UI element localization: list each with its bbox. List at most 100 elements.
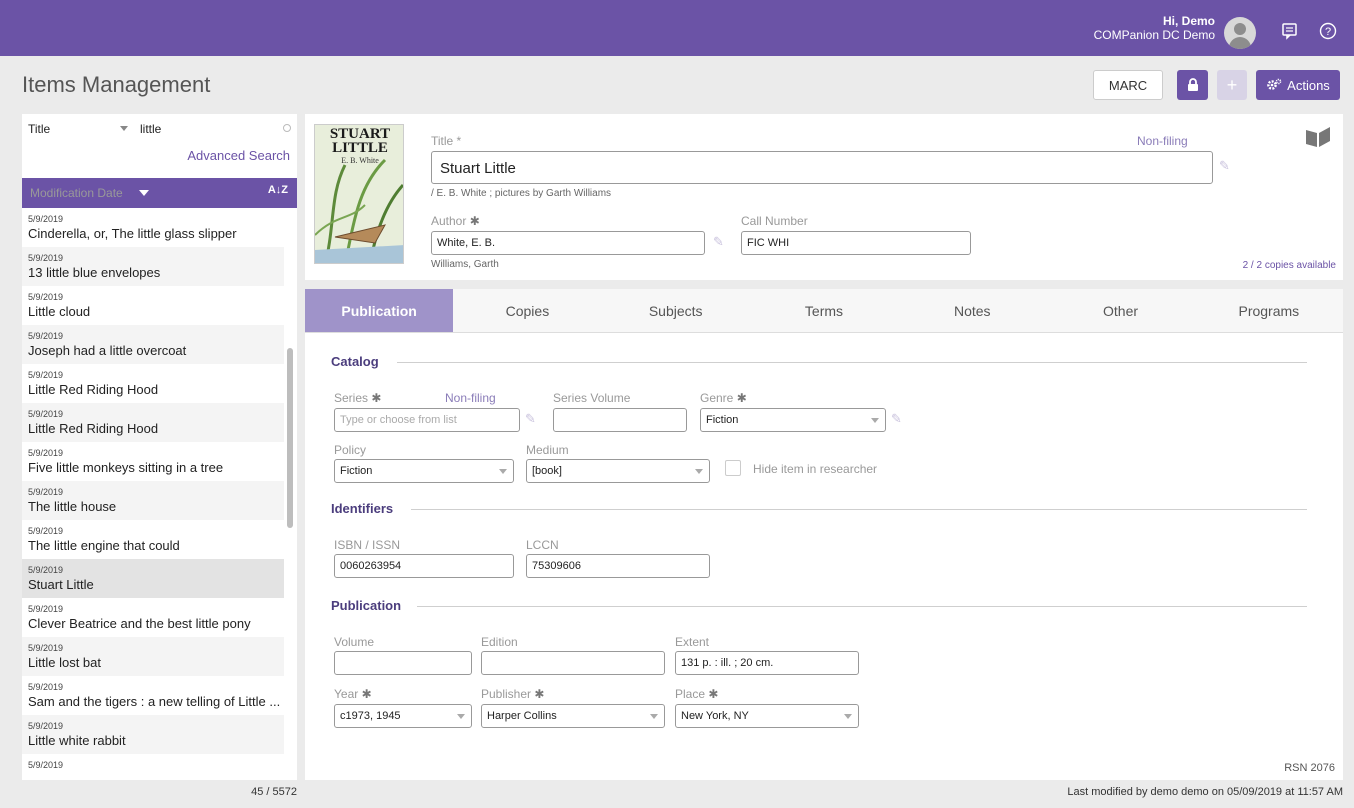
chevron-down-icon [650, 714, 658, 719]
list-item-date: 5/9/2019 [28, 214, 64, 224]
list-item-title: Little Red Riding Hood [28, 421, 159, 436]
identifiers-heading: Identifiers [331, 501, 394, 516]
list-item[interactable]: 5/9/2019 Little lost bat [22, 637, 284, 676]
series-volume-label: Series Volume [553, 391, 631, 405]
item-tabs: Publication Copies Subjects Terms Notes Other… [305, 289, 1343, 333]
list-item[interactable]: 5/9/2019 Clever Beatrice and the best lit… [22, 598, 284, 637]
list-item[interactable]: 5/9/2019 13 little blue envelopes [22, 247, 284, 286]
results-count: 45 / 5572 [251, 786, 297, 798]
cover-title: STUART LITTLE [329, 126, 391, 156]
sort-bar[interactable]: Modification Date A↓Z [22, 178, 297, 208]
edit-pencil-icon[interactable]: ✎ [525, 411, 536, 427]
tab-other[interactable]: Other [1046, 289, 1194, 332]
search-field-value: Title [28, 122, 51, 136]
list-item-date: 5/9/2019 [28, 604, 64, 614]
series-nonfiling-link[interactable]: Non-filing [445, 391, 496, 405]
isbn-input[interactable]: 0060263954 [334, 554, 514, 578]
place-select[interactable]: New York, NY [675, 704, 859, 728]
edit-pencil-icon[interactable]: ✎ [1219, 158, 1230, 174]
list-item[interactable]: 5/9/2019 Little white rabbit [22, 715, 284, 754]
search-input[interactable]: little [140, 122, 290, 138]
sort-direction-icon[interactable]: A↓Z [268, 184, 288, 196]
list-item-title: Five little monkeys sitting in a tree [28, 460, 224, 475]
scrollbar-thumb[interactable] [287, 348, 293, 528]
messages-icon[interactable] [1281, 22, 1299, 40]
medium-select[interactable]: [book] [526, 459, 710, 483]
list-item-title: The little engine that could [28, 538, 180, 553]
title-nonfiling-link[interactable]: Non-filing [1137, 134, 1188, 148]
divider [417, 606, 1307, 607]
medium-label: Medium [526, 443, 569, 457]
title-input[interactable]: Stuart Little [431, 151, 1213, 184]
edit-pencil-icon[interactable]: ✎ [713, 234, 724, 250]
list-item[interactable]: 5/9/2019 Five little monkeys sitting in a… [22, 442, 284, 481]
series-label: Series ✱ [334, 391, 382, 405]
list-item[interactable]: 5/9/2019 Sam and the tigers : a new telli… [22, 676, 284, 715]
publication-heading: Publication [331, 598, 402, 613]
sort-dropdown-icon[interactable] [139, 190, 149, 196]
list-item-title: Little cloud [28, 304, 91, 319]
list-item[interactable]: 5/9/2019 Stuart Little [22, 559, 284, 598]
add-button[interactable]: + [1217, 70, 1247, 100]
tab-terms[interactable]: Terms [750, 289, 898, 332]
publication-panel: Catalog Series ✱ Non-filing Type or choo… [305, 333, 1343, 780]
lock-button[interactable] [1177, 70, 1208, 100]
publisher-label: Publisher ✱ [481, 687, 545, 701]
avatar[interactable] [1224, 17, 1256, 49]
callnumber-input[interactable]: FIC WHI [741, 231, 971, 255]
advanced-search-link[interactable]: Advanced Search [187, 148, 290, 163]
list-item[interactable]: 5/9/2019 Little Red Riding Hood [22, 403, 284, 442]
list-item-title: The little house [28, 499, 117, 514]
list-item[interactable]: 5/9/2019 The little house [22, 481, 284, 520]
clear-search-icon[interactable] [283, 124, 291, 132]
tab-publication[interactable]: Publication [305, 289, 454, 332]
list-item-date: 5/9/2019 [28, 760, 64, 770]
list-item[interactable]: 5/9/2019 Little cloud [22, 286, 284, 325]
copies-available[interactable]: 2 / 2 copies available [1243, 260, 1336, 271]
genre-select[interactable]: Fiction [700, 408, 886, 432]
policy-select[interactable]: Fiction [334, 459, 514, 483]
series-input[interactable]: Type or choose from list [334, 408, 520, 432]
sort-label: Modification Date [30, 186, 123, 200]
list-item-title: Little lost bat [28, 655, 101, 670]
author-input[interactable]: White, E. B. [431, 231, 705, 255]
list-item-title: Sam and the tigers : a new telling of Li… [28, 694, 281, 709]
volume-input[interactable] [334, 651, 472, 675]
lccn-input[interactable]: 75309606 [526, 554, 710, 578]
catalog-heading: Catalog [331, 354, 379, 369]
user-greeting: Hi, Demo COMPanion DC Demo [1094, 14, 1215, 42]
series-volume-input[interactable] [553, 408, 687, 432]
list-item-date: 5/9/2019 [28, 253, 64, 263]
extent-input[interactable]: 131 p. : ill. ; 20 cm. [675, 651, 859, 675]
marc-button[interactable]: MARC [1093, 70, 1163, 100]
extent-label: Extent [675, 635, 710, 649]
tab-programs[interactable]: Programs [1195, 289, 1343, 332]
cover-author: E. B. White [341, 156, 379, 165]
actions-label: Actions [1287, 77, 1330, 93]
book-icon [1305, 126, 1331, 151]
chevron-down-icon [844, 714, 852, 719]
hide-item-checkbox[interactable] [725, 460, 741, 476]
list-item[interactable]: 5/9/2019 Cinderella, or, The little glass… [22, 208, 284, 247]
list-item-title: Joseph had a little overcoat [28, 343, 187, 358]
edition-input[interactable] [481, 651, 665, 675]
tab-notes[interactable]: Notes [898, 289, 1046, 332]
help-icon[interactable]: ? [1319, 22, 1337, 40]
year-label: Year ✱ [334, 687, 372, 701]
tab-copies[interactable]: Copies [453, 289, 601, 332]
list-item[interactable]: 5/9/2019 The little engine that could [22, 520, 284, 559]
publisher-select[interactable]: Harper Collins [481, 704, 665, 728]
year-select[interactable]: c1973, 1945 [334, 704, 472, 728]
actions-button[interactable]: Actions [1256, 70, 1340, 100]
list-item[interactable]: 5/9/2019 [22, 754, 284, 780]
list-item-date: 5/9/2019 [28, 409, 64, 419]
isbn-label: ISBN / ISSN [334, 538, 401, 552]
edit-pencil-icon[interactable]: ✎ [891, 411, 902, 427]
tab-subjects[interactable]: Subjects [602, 289, 750, 332]
list-item-date: 5/9/2019 [28, 565, 64, 575]
list-item[interactable]: 5/9/2019 Joseph had a little overcoat [22, 325, 284, 364]
list-item-title: Little Red Riding Hood [28, 382, 159, 397]
volume-label: Volume [334, 635, 375, 649]
list-item[interactable]: 5/9/2019 Little Red Riding Hood [22, 364, 284, 403]
search-field-select[interactable]: Title [28, 122, 128, 138]
